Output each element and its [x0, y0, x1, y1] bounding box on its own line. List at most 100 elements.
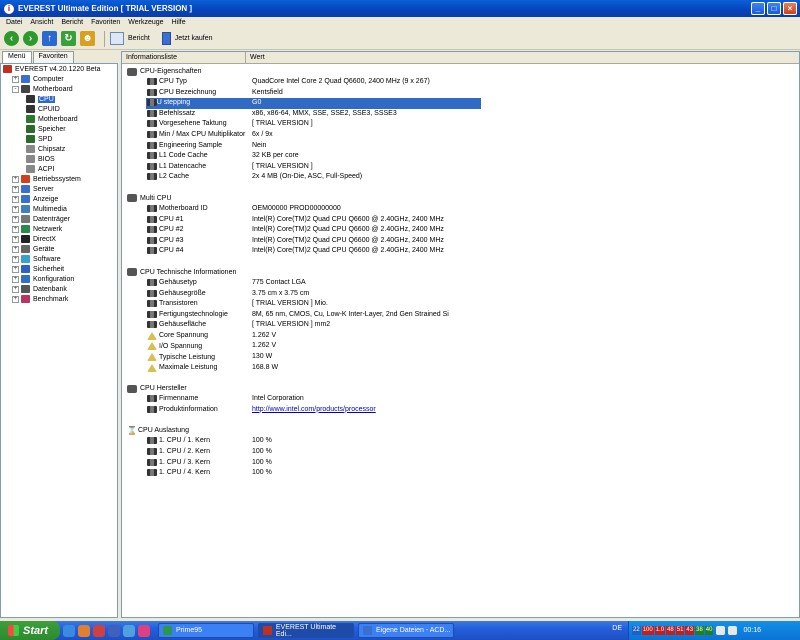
forward-icon[interactable]: ›	[23, 31, 38, 46]
info-row[interactable]: CPU stepping G0	[122, 98, 799, 110]
expand-toggle[interactable]: +	[12, 255, 19, 263]
tree-item[interactable]: + Software	[1, 254, 117, 264]
tree-item[interactable]: - Motherboard	[1, 84, 117, 94]
menu-ansicht[interactable]: Ansicht	[26, 19, 57, 26]
info-row[interactable]: I/O Spannung 1.262 V	[122, 341, 799, 352]
tree-item[interactable]: CPU	[1, 94, 117, 104]
close-button[interactable]: ×	[783, 2, 797, 15]
taskbar-button[interactable]: EVEREST Ultimate Edi...	[258, 623, 354, 638]
expand-toggle[interactable]: +	[12, 265, 19, 273]
expand-toggle[interactable]: +	[12, 75, 19, 83]
menu-datei[interactable]: Datei	[2, 19, 26, 26]
info-row[interactable]: CPU #2 Intel(R) Core(TM)2 Quad CPU Q6600 …	[122, 225, 799, 236]
product-info-link[interactable]: http://www.intel.com/products/processor	[252, 406, 376, 413]
info-row[interactable]: Gehäusegröße 3.75 cm x 3.75 cm	[122, 289, 799, 300]
quicklaunch-firefox-icon[interactable]	[78, 624, 90, 637]
info-row[interactable]: Fertigungstechnologie 8M, 65 nm, CMOS, Cu…	[122, 310, 799, 321]
menu-werkzeuge[interactable]: Werkzeuge	[124, 19, 167, 26]
expand-toggle[interactable]: +	[12, 235, 19, 243]
tree-item[interactable]: + Netzwerk	[1, 224, 117, 234]
info-row[interactable]: CPU #1 Intel(R) Core(TM)2 Quad CPU Q6600 …	[122, 215, 799, 226]
info-row[interactable]: Transistoren [ TRIAL VERSION ] Mio.	[122, 299, 799, 310]
report-button[interactable]: Bericht	[110, 32, 150, 45]
tree-item[interactable]: + Computer	[1, 74, 117, 84]
maximize-button[interactable]: □	[767, 2, 781, 15]
menu-favoriten[interactable]: Favoriten	[87, 19, 124, 26]
tray-app-icon[interactable]	[716, 626, 726, 635]
tree-item[interactable]: + Geräte	[1, 244, 117, 254]
info-row[interactable]: CPU #4 Intel(R) Core(TM)2 Quad CPU Q6600 …	[122, 246, 799, 257]
tree-item[interactable]: SPD	[1, 134, 117, 144]
expand-toggle[interactable]: +	[12, 245, 19, 253]
info-row[interactable]: L2 Cache 2x 4 MB (On-Die, ASC, Full-Speed…	[122, 172, 799, 183]
expand-toggle[interactable]: +	[12, 175, 19, 183]
expand-toggle[interactable]: +	[12, 205, 19, 213]
expand-toggle[interactable]: +	[12, 185, 19, 193]
up-icon[interactable]: ↑	[42, 31, 57, 46]
quicklaunch-desktop-icon[interactable]	[63, 624, 75, 637]
info-row[interactable]: Maximale Leistung 168.8 W	[122, 363, 799, 374]
tree-item[interactable]: + Sicherheit	[1, 264, 117, 274]
info-row[interactable]: L1 Code Cache 32 KB per core	[122, 151, 799, 162]
info-row[interactable]: CPU Typ QuadCore Intel Core 2 Quad Q6600,…	[122, 77, 799, 88]
info-row[interactable]: 1. CPU / 4. Kern 100 %	[122, 468, 799, 479]
buy-now-button[interactable]: Jetzt kaufen	[161, 32, 213, 45]
taskbar-button[interactable]: Prime95	[158, 623, 254, 638]
expand-toggle[interactable]: +	[12, 225, 19, 233]
tab-menu[interactable]: Menü	[2, 51, 32, 63]
tree-item[interactable]: CPUID	[1, 104, 117, 114]
tree-item[interactable]: ACPI	[1, 164, 117, 174]
info-row[interactable]: Min / Max CPU Multiplikator 6x / 9x	[122, 130, 799, 141]
tree-item[interactable]: BIOS	[1, 154, 117, 164]
tree-item[interactable]: EVEREST v4.20.1220 Beta	[1, 64, 117, 74]
info-row[interactable]: 1. CPU / 2. Kern 100 %	[122, 447, 799, 458]
info-row[interactable]: Typische Leistung 130 W	[122, 352, 799, 363]
info-row[interactable]: Produktinformation http://www.intel.com/p…	[122, 405, 799, 416]
expand-toggle[interactable]: +	[12, 275, 19, 283]
column-header-value[interactable]: Wert	[246, 52, 269, 63]
quicklaunch-app-icon[interactable]	[93, 624, 105, 637]
info-row[interactable]: 1. CPU / 3. Kern 100 %	[122, 458, 799, 469]
info-row[interactable]: 1. CPU / 1. Kern 100 %	[122, 436, 799, 447]
tree-item[interactable]: + Datenträger	[1, 214, 117, 224]
language-indicator[interactable]: DE	[612, 625, 622, 632]
quicklaunch-ie-icon[interactable]	[123, 624, 135, 637]
users-icon[interactable]: ☻	[80, 31, 95, 46]
info-row[interactable]: Engineering Sample Nein	[122, 141, 799, 152]
quicklaunch-media-icon[interactable]	[108, 624, 120, 637]
tree-item[interactable]: + Server	[1, 184, 117, 194]
quicklaunch-misc-icon[interactable]	[138, 624, 150, 637]
info-row[interactable]: Gehäusefläche [ TRIAL VERSION ] mm2	[122, 320, 799, 331]
tray-volume-icon[interactable]	[728, 626, 738, 635]
tree-item[interactable]: + Anzeige	[1, 194, 117, 204]
info-row[interactable]: L1 Datencache [ TRIAL VERSION ]	[122, 162, 799, 173]
refresh-icon[interactable]: ↻	[61, 31, 76, 46]
tree-item[interactable]: + Datenbank	[1, 284, 117, 294]
back-icon[interactable]: ‹	[4, 31, 19, 46]
start-button[interactable]: Start	[0, 621, 60, 640]
menu-hilfe[interactable]: Hilfe	[168, 19, 190, 26]
tab-favorites[interactable]: Favoriten	[32, 51, 74, 63]
minimize-button[interactable]: _	[751, 2, 765, 15]
tree-item[interactable]: Chipsatz	[1, 144, 117, 154]
menu-bericht[interactable]: Bericht	[57, 19, 87, 26]
tree-item[interactable]: Motherboard	[1, 114, 117, 124]
info-row[interactable]: Vorgesehene Taktung [ TRIAL VERSION ]	[122, 119, 799, 130]
expand-toggle[interactable]: -	[12, 85, 19, 93]
tree-item[interactable]: + DirectX	[1, 234, 117, 244]
taskbar-button[interactable]: Eigene Dateien - ACD...	[358, 623, 454, 638]
tree-item[interactable]: + Betriebssystem	[1, 174, 117, 184]
expand-toggle[interactable]: +	[12, 295, 19, 303]
info-row[interactable]: Befehlssatz x86, x86-64, MMX, SSE, SSE2, …	[122, 109, 799, 120]
column-header-info[interactable]: Informationsliste	[122, 52, 246, 63]
info-row[interactable]: Motherboard ID OEM00000 PROD00000000	[122, 204, 799, 215]
expand-toggle[interactable]: +	[12, 285, 19, 293]
info-row[interactable]: CPU #3 Intel(R) Core(TM)2 Quad CPU Q6600 …	[122, 236, 799, 247]
tree-item[interactable]: + Benchmark	[1, 294, 117, 304]
tree-item[interactable]: + Konfiguration	[1, 274, 117, 284]
info-row[interactable]: Core Spannung 1.262 V	[122, 331, 799, 342]
tree-item[interactable]: + Multimedia	[1, 204, 117, 214]
expand-toggle[interactable]: +	[12, 215, 19, 223]
info-row[interactable]: Gehäusetyp 775 Contact LGA	[122, 278, 799, 289]
expand-toggle[interactable]: +	[12, 195, 19, 203]
